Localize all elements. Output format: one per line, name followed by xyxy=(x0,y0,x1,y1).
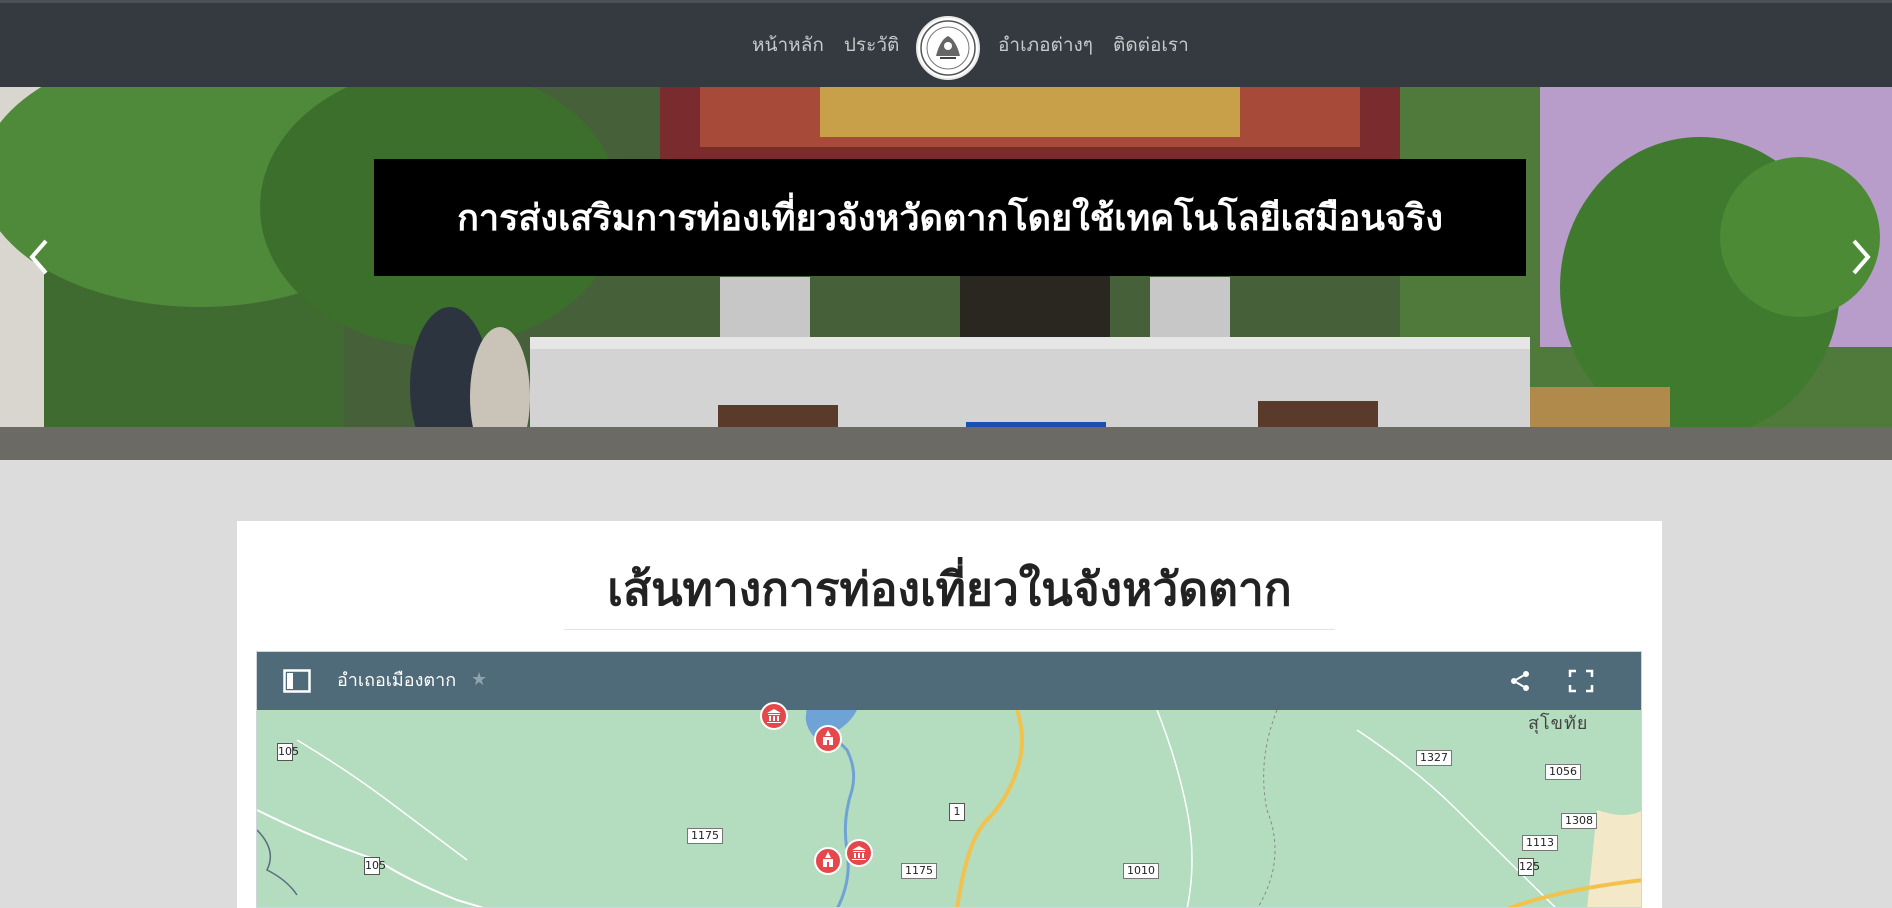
map-sidebar-toggle-button[interactable] xyxy=(283,669,311,693)
nav-contact-link[interactable]: ติดต่อเรา xyxy=(1113,30,1189,60)
map-title: อำเถอเมืองตาก xyxy=(337,670,457,691)
nav-home-link[interactable]: หน้าหลัก xyxy=(752,30,824,60)
nav-right-group: อำเภอต่างๆ ติดต่อเรา xyxy=(998,3,1189,87)
map-place-label: สุโขทัย xyxy=(1528,713,1589,734)
map-fullscreen-button[interactable] xyxy=(1568,669,1594,693)
hero-caption-box: การส่งเสริมการท่องเที่ยวจังหวัดตากโดยใช้… xyxy=(374,159,1526,276)
fullscreen-icon xyxy=(1568,669,1594,693)
share-icon xyxy=(1511,671,1529,691)
carousel-prev-button[interactable] xyxy=(18,227,58,287)
chevron-left-icon xyxy=(29,239,48,275)
top-navbar: หน้าหลัก ประวัติ อำเภอต่างๆ ติดต่อเรา xyxy=(0,0,1892,87)
embedded-google-map[interactable]: อำเถอเมืองตาก ★ สุโขทัย 105 1175 105 117… xyxy=(256,651,1642,908)
route-shield: 1308 xyxy=(1561,813,1597,829)
sidebar-panel-icon xyxy=(283,669,311,693)
route-shield: 1113 xyxy=(1522,835,1558,851)
route-shield: 105 xyxy=(364,857,386,875)
temple-icon[interactable] xyxy=(813,846,843,876)
route-shield: 1327 xyxy=(1416,750,1452,766)
map-header-bar: อำเถอเมืองตาก ★ xyxy=(257,652,1641,710)
star-icon[interactable]: ★ xyxy=(471,652,487,710)
route-shield: 1175 xyxy=(901,863,937,879)
province-seal-logo[interactable] xyxy=(916,16,980,80)
route-shield: 1 xyxy=(949,803,965,821)
route-shield: 105 xyxy=(277,743,299,761)
temple-icon[interactable] xyxy=(813,724,843,754)
hero-carousel: การส่งเสริมการท่องเที่ยวจังหวัดตากโดยใช้… xyxy=(0,87,1892,460)
carousel-next-button[interactable] xyxy=(1842,227,1882,287)
route-shield: 1056 xyxy=(1545,764,1581,780)
chevron-right-icon xyxy=(1852,239,1871,275)
section-title: เส้นทางการท่องเที่ยวในจังหวัดตาก xyxy=(607,562,1292,616)
map-share-button[interactable] xyxy=(1508,669,1532,693)
route-shield: 125 xyxy=(1518,858,1540,876)
route-shield: 1175 xyxy=(687,828,723,844)
hero-caption-text: การส่งเสริมการท่องเที่ยวจังหวัดตากโดยใช้… xyxy=(457,198,1443,239)
content-card: เส้นทางการท่องเที่ยวในจังหวัดตาก อำเถอเม… xyxy=(237,521,1662,908)
nav-history-link[interactable]: ประวัติ xyxy=(844,30,899,60)
nav-left-group: หน้าหลัก ประวัติ xyxy=(752,3,899,87)
nav-districts-link[interactable]: อำเภอต่างๆ xyxy=(998,30,1093,60)
title-divider xyxy=(564,629,1335,630)
map-canvas[interactable]: สุโขทัย 105 1175 105 1175 1 1327 1056 13… xyxy=(257,702,1641,907)
route-shield: 1010 xyxy=(1123,863,1159,879)
museum-icon[interactable] xyxy=(759,701,789,731)
museum-icon[interactable] xyxy=(844,838,874,868)
